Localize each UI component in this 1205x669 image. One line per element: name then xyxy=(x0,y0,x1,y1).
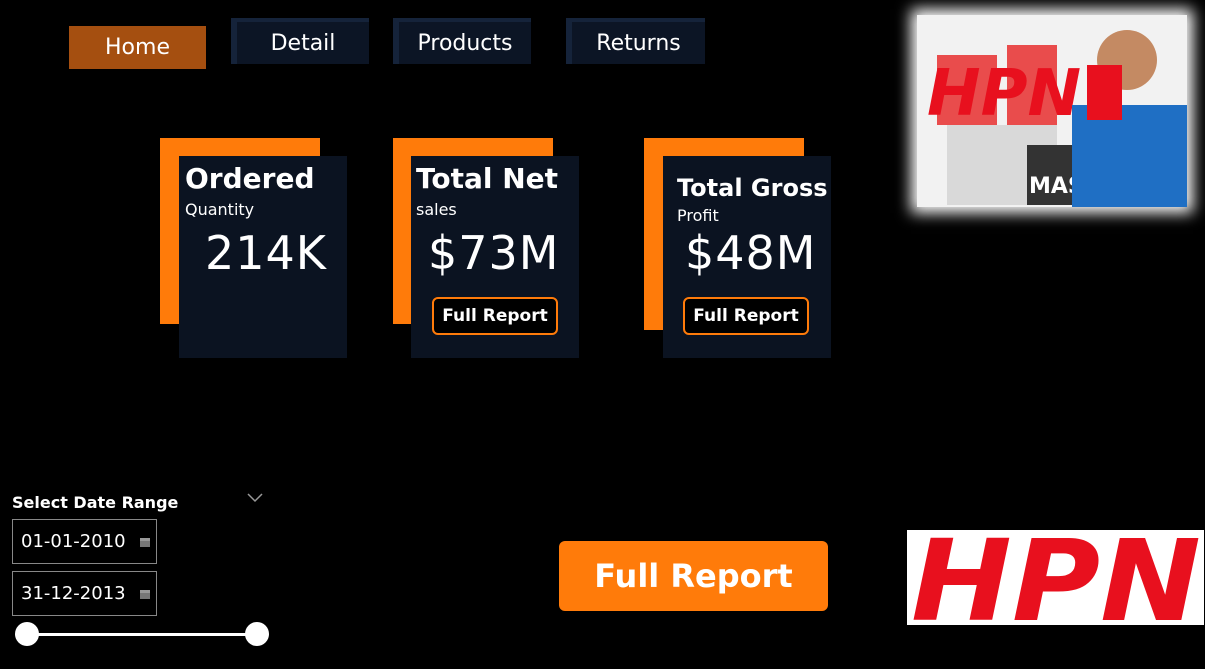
end-date-value: 31-12-2013 xyxy=(21,583,126,604)
date-range-label: Select Date Range xyxy=(12,493,179,512)
tab-returns-label: Returns xyxy=(596,30,681,56)
kpi-value: 214K xyxy=(205,226,327,280)
kpi-subtitle: sales xyxy=(416,200,457,219)
tab-home[interactable]: Home xyxy=(69,26,206,69)
kpi-card-net-sales: Total Net sales $73M Full Report xyxy=(411,156,579,358)
calendar-icon[interactable] xyxy=(140,538,150,547)
full-report-button[interactable]: Full Report xyxy=(683,297,809,335)
kpi-subtitle: Profit xyxy=(677,206,719,225)
kpi-title: Ordered xyxy=(185,162,315,195)
tab-products[interactable]: Products xyxy=(393,18,531,64)
tab-products-label: Products xyxy=(417,30,513,56)
end-date-input[interactable]: 31-12-2013 xyxy=(12,571,157,616)
date-slider-track[interactable] xyxy=(27,633,257,636)
hero-logo-text: HPN xyxy=(927,57,1081,131)
date-slider-end-handle[interactable] xyxy=(245,622,269,646)
kpi-card-gross-profit: Total Gross Profit $48M Full Report xyxy=(663,156,831,358)
start-date-input[interactable]: 01-01-2010 xyxy=(12,519,157,564)
start-date-value: 01-01-2010 xyxy=(21,531,126,552)
kpi-value: $48M xyxy=(685,226,817,280)
kpi-title: Total Gross xyxy=(677,174,828,202)
hero-product-image: HPN MASS xyxy=(917,15,1187,207)
tab-home-label: Home xyxy=(105,35,170,60)
tab-detail-label: Detail xyxy=(270,30,336,56)
logo-text: HPN xyxy=(911,530,1201,625)
tab-detail[interactable]: Detail xyxy=(231,18,369,64)
hpn-logo: HPN xyxy=(907,530,1204,625)
kpi-value: $73M xyxy=(428,226,560,280)
date-slider-start-handle[interactable] xyxy=(15,622,39,646)
full-report-button[interactable]: Full Report xyxy=(432,297,558,335)
calendar-icon[interactable] xyxy=(140,590,150,599)
main-full-report-button[interactable]: Full Report xyxy=(559,541,828,611)
kpi-card-ordered: Ordered Quantity 214K xyxy=(179,156,347,358)
tab-returns[interactable]: Returns xyxy=(566,18,705,64)
kpi-title: Total Net xyxy=(416,162,559,195)
chevron-down-icon[interactable] xyxy=(246,490,264,504)
kpi-subtitle: Quantity xyxy=(185,200,255,219)
